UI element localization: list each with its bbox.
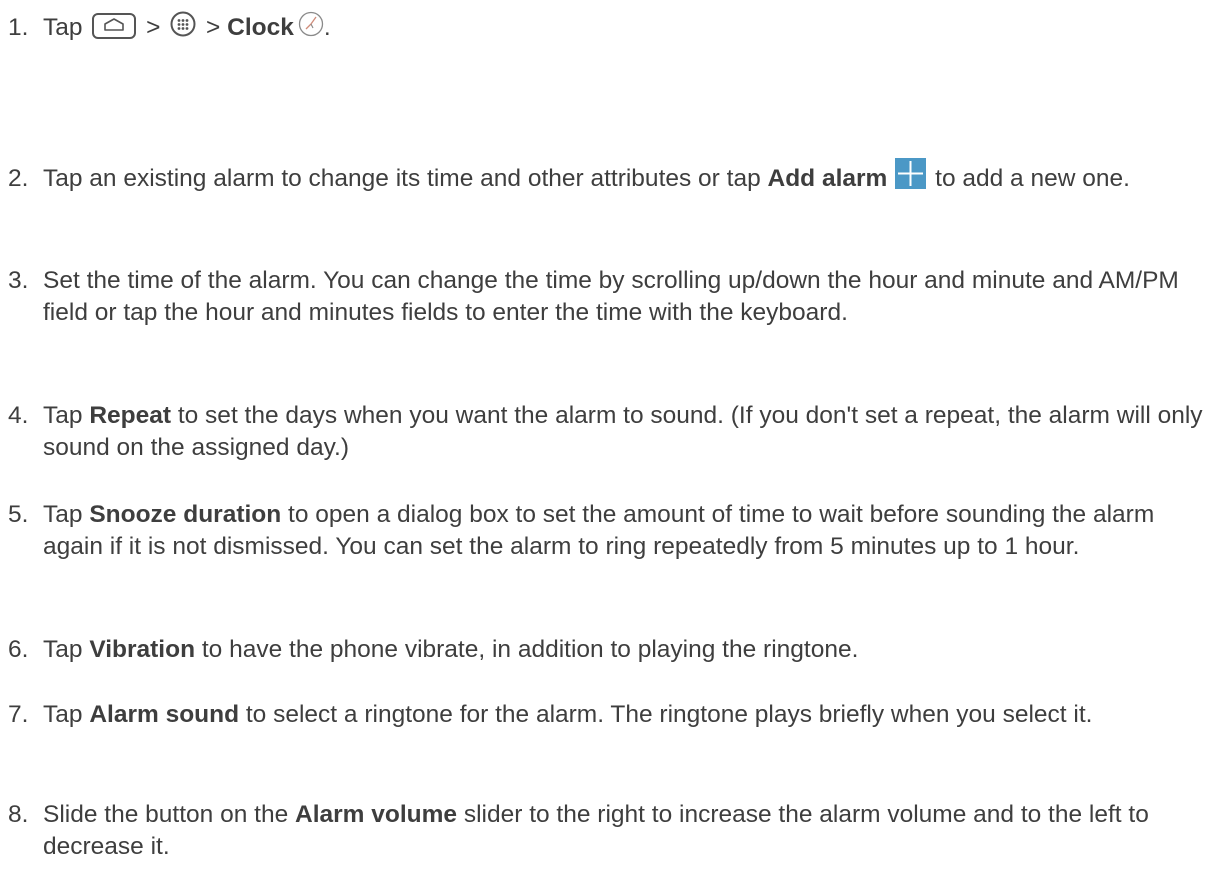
step-text: Tap Vibration to have the phone vibrate,… [43, 634, 1213, 666]
add-icon [895, 158, 927, 190]
step-text: Tap Snooze duration to open a dialog box… [43, 499, 1213, 563]
step-4: 4. Tap Repeat to set the days when you w… [8, 400, 1213, 464]
home-icon [92, 12, 137, 39]
step-text-part: to select a ringtone for the alarm. The … [239, 701, 1093, 728]
step-8: 8. Slide the button on the Alarm volume … [8, 799, 1213, 863]
step-text: Tap an existing alarm to change its time… [43, 158, 1213, 195]
step-text-part: Tap [43, 636, 90, 663]
step-text: Tap Repeat to set the days when you want… [43, 400, 1213, 464]
instruction-list: 1. Tap > > Clock. 2. Tap an existing ala… [0, 0, 1220, 895]
step-number: 1. [8, 14, 29, 41]
step-text-part: Tap [43, 14, 90, 41]
step-text: Tap > > Clock. [43, 11, 1213, 44]
step-text-part: to set the days when you want the alarm … [43, 402, 1203, 461]
vibration-label: Vibration [89, 636, 196, 663]
step-text-part: Tap [43, 701, 90, 728]
step-text-part: Slide the button on the [43, 801, 295, 828]
step-text-part: > [199, 14, 228, 41]
step-text: Slide the button on the Alarm volume sli… [43, 799, 1213, 863]
step-7: 7. Tap Alarm sound to select a ringtone … [8, 699, 1213, 731]
step-3: 3. Set the time of the alarm. You can ch… [8, 265, 1213, 329]
step-number: 6. [8, 636, 29, 663]
step-6: 6. Tap Vibration to have the phone vibra… [8, 634, 1213, 666]
snooze-duration-label: Snooze duration [89, 501, 282, 528]
clock-label: Clock [227, 14, 294, 41]
step-number: 2. [8, 165, 29, 192]
step-text: Tap Alarm sound to select a ringtone for… [43, 699, 1213, 731]
step-text-part: to have the phone vibrate, in addition t… [195, 636, 859, 663]
step-number: 3. [8, 267, 29, 294]
step-text-part: Tap an existing alarm to change its time… [43, 165, 768, 192]
clock-icon [298, 11, 324, 37]
step-text-part: to add a new one. [928, 165, 1130, 192]
step-1: 1. Tap > > Clock. [8, 11, 1213, 44]
apps-icon [170, 11, 196, 37]
step-number: 7. [8, 701, 29, 728]
step-5: 5. Tap Snooze duration to open a dialog … [8, 499, 1213, 563]
step-number: 8. [8, 801, 29, 828]
step-number: 4. [8, 402, 29, 429]
step-text-part: > [139, 14, 168, 41]
step-text-part: . [323, 14, 331, 41]
step-number: 5. [8, 501, 29, 528]
step-text-part: Tap [43, 402, 90, 429]
alarm-sound-label: Alarm sound [89, 701, 240, 728]
step-text: Set the time of the alarm. You can chang… [43, 267, 1179, 326]
repeat-label: Repeat [89, 402, 172, 429]
step-text-part: Tap [43, 501, 90, 528]
add-alarm-label: Add alarm [767, 165, 888, 192]
step-2: 2. Tap an existing alarm to change its t… [8, 158, 1213, 195]
alarm-volume-label: Alarm volume [295, 801, 458, 828]
